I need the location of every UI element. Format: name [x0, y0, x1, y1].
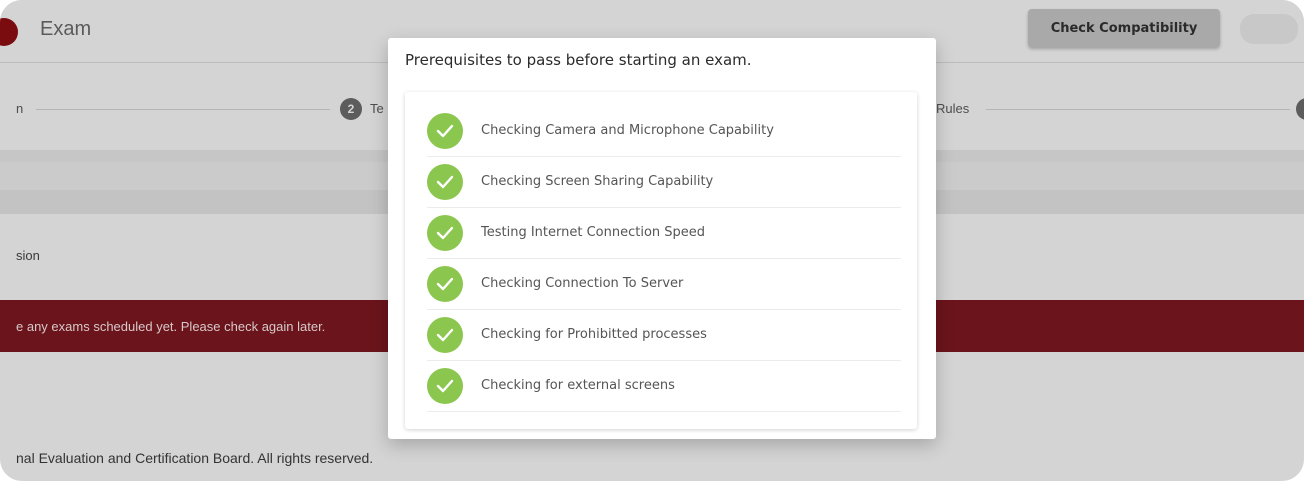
check-circle-icon	[427, 316, 463, 353]
step-connector	[986, 109, 1290, 110]
logo-icon	[0, 18, 18, 46]
check-compatibility-button[interactable]: Check Compatibility	[1028, 9, 1220, 47]
check-item-screen-sharing: Checking Screen Sharing Capability	[427, 156, 901, 208]
check-circle-icon	[427, 112, 463, 149]
check-item-label: Checking Camera and Microphone Capabilit…	[481, 123, 774, 138]
check-item-camera-microphone: Checking Camera and Microphone Capabilit…	[427, 105, 901, 157]
step-3-label: Rules	[936, 101, 970, 116]
check-item-external-screens: Checking for external screens	[427, 360, 901, 412]
session-label: sion	[16, 248, 40, 263]
dialog-title: Prerequisites to pass before starting an…	[405, 51, 752, 69]
check-item-label: Checking Connection To Server	[481, 276, 684, 291]
footer-copyright: nal Evaluation and Certification Board. …	[16, 450, 374, 466]
check-circle-icon	[427, 265, 463, 302]
step-2-badge: 2	[340, 98, 362, 120]
checks-card: Checking Camera and Microphone Capabilit…	[405, 92, 917, 429]
check-item-label: Checking Screen Sharing Capability	[481, 174, 714, 189]
app-window: Exam Check Compatibility n 2 Te Rules si…	[0, 0, 1304, 481]
check-circle-icon	[427, 214, 463, 251]
step-2-label: Te	[370, 101, 384, 116]
prerequisites-dialog: Prerequisites to pass before starting an…	[388, 38, 936, 439]
check-item-label: Checking for external screens	[481, 378, 675, 393]
alert-message: e any exams scheduled yet. Please check …	[16, 318, 326, 334]
step-connector	[36, 109, 330, 110]
avatar[interactable]	[1240, 14, 1298, 44]
check-item-label: Checking for Prohibitted processes	[481, 327, 707, 342]
check-item-server-connection: Checking Connection To Server	[427, 258, 901, 310]
check-item-prohibited-processes: Checking for Prohibitted processes	[427, 309, 901, 361]
check-circle-icon	[427, 163, 463, 200]
check-circle-icon	[427, 367, 463, 404]
step-4-badge	[1296, 98, 1304, 120]
check-item-internet-speed: Testing Internet Connection Speed	[427, 207, 901, 259]
check-item-label: Testing Internet Connection Speed	[481, 225, 706, 240]
step-1-label: n	[16, 101, 24, 116]
app-title: Exam	[40, 18, 92, 40]
